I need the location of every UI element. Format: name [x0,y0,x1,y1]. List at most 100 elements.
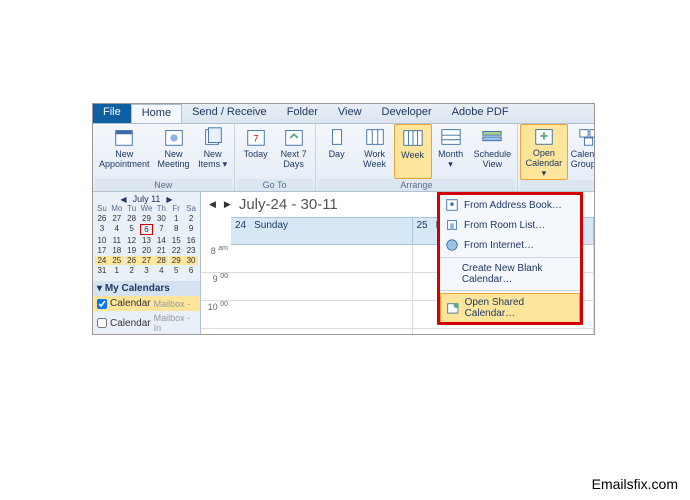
mini-cal-day[interactable]: 20 [140,246,154,255]
tab-file[interactable]: File [93,104,131,123]
menu-from-internet[interactable]: From Internet… [440,235,580,255]
mini-cal-day[interactable]: 15 [169,236,183,245]
day-header[interactable]: 24 Sunday [231,218,413,244]
room-icon [445,218,459,232]
mini-cal-title: July 11 [133,194,161,204]
mini-cal-day[interactable]: 2 [184,214,198,223]
mini-cal-day[interactable]: 25 [110,256,124,265]
mini-cal-day[interactable]: 16 [184,236,198,245]
mini-cal-day[interactable]: 4 [154,266,168,275]
work-week-icon [363,126,387,148]
mini-cal-day[interactable]: 8 [169,224,183,235]
menu-from-room-list[interactable]: From Room List… [440,215,580,235]
next7-button[interactable]: Next 7 Days [275,124,313,179]
group-new: New Appointment New Meeting New Items ▾ … [93,124,235,191]
new-items-button[interactable]: New Items ▾ [194,124,232,179]
mini-cal-day[interactable]: 5 [125,224,139,235]
next-week-arrow[interactable]: ▶ [224,199,231,210]
schedule-view-button[interactable]: Schedule View [470,124,516,179]
groups-icon [577,126,595,148]
group-label-new: New [95,179,232,191]
tab-view[interactable]: View [328,104,372,123]
mini-cal-day[interactable]: 9 [184,224,198,235]
mini-cal-day[interactable]: 2 [125,266,139,275]
new-meeting-button[interactable]: New Meeting [154,124,194,179]
tab-adobe-pdf[interactable]: Adobe PDF [442,104,519,123]
schedule-icon [480,126,504,148]
menu-from-address-book[interactable]: From Address Book… [440,195,580,215]
mini-cal-day[interactable]: 14 [154,236,168,245]
calendar-groups-button[interactable]: Calendar Groups ▾ [568,124,595,180]
outlook-window: File Home Send / Receive Folder View Dev… [92,103,595,335]
mini-cal-day[interactable]: 10 [95,236,109,245]
mini-cal-day[interactable]: 26 [125,256,139,265]
mini-cal-day[interactable]: 13 [140,236,154,245]
mini-cal-day[interactable]: 5 [169,266,183,275]
tab-developer[interactable]: Developer [372,104,442,123]
mini-cal-day[interactable]: 21 [154,246,168,255]
mini-cal-day[interactable]: 18 [110,246,124,255]
menu-create-blank[interactable]: Create New Blank Calendar… [440,260,580,288]
group-label-manage [520,180,595,192]
mini-cal-day[interactable]: 1 [169,214,183,223]
mini-cal-day[interactable]: 3 [95,224,109,235]
svg-text:7: 7 [253,134,258,144]
internet-icon [445,238,459,252]
mini-cal-day[interactable]: 30 [184,256,198,265]
day-button[interactable]: Day [318,124,356,179]
work-week-button[interactable]: Work Week [356,124,394,179]
calendar-item[interactable]: Calendar Mailbox - In [93,311,200,335]
prev-week-arrow[interactable]: ◀ [209,199,216,210]
mini-cal-day[interactable]: 11 [110,236,124,245]
mini-cal-dow: Th [154,204,168,213]
mini-cal-day[interactable]: 3 [140,266,154,275]
mini-cal-day[interactable]: 12 [125,236,139,245]
mini-cal-day[interactable]: 7 [154,224,168,235]
month-button[interactable]: Month ▾ [432,124,470,179]
mini-cal-day[interactable]: 24 [95,256,109,265]
today-button[interactable]: 7 Today [237,124,275,179]
mini-cal-day[interactable]: 28 [154,256,168,265]
next7-icon [282,126,306,148]
tab-folder[interactable]: Folder [277,104,328,123]
mini-cal-day[interactable]: 31 [95,266,109,275]
day-icon [325,126,349,148]
mini-cal-day[interactable]: 30 [154,214,168,223]
mini-cal-day[interactable]: 17 [95,246,109,255]
my-calendars-header[interactable]: ▾ My Calendars [93,281,200,296]
tab-home[interactable]: Home [131,104,182,123]
next-month-arrow[interactable]: ▶ [166,195,172,204]
menu-open-shared-calendar[interactable]: Open Shared Calendar… [440,293,580,323]
hour-label: 8 am [201,245,231,273]
mini-cal-day[interactable]: 1 [110,266,124,275]
mini-cal-day[interactable]: 29 [169,256,183,265]
prev-month-arrow[interactable]: ◀ [120,195,126,204]
open-calendar-button[interactable]: Open Calendar ▾ [520,124,568,180]
mini-cal-day[interactable]: 4 [110,224,124,235]
hour-label: 9 00 [201,273,231,301]
open-calendar-dropdown: From Address Book… From Room List… From … [437,192,583,325]
mini-cal-day[interactable]: 27 [140,256,154,265]
week-button[interactable]: Week [394,124,432,179]
mini-cal-day[interactable]: 6 [140,224,154,235]
mini-cal-day[interactable]: 22 [169,246,183,255]
mini-cal-dow: We [140,204,154,213]
mini-cal-day[interactable]: 23 [184,246,198,255]
mini-cal-day[interactable]: 19 [125,246,139,255]
calendar-item[interactable]: Calendar Mailbox - [93,296,200,311]
calendar-checkbox[interactable] [97,299,107,309]
mini-calendar[interactable]: ◀ July 11 ▶ SuMoTuWeThFrSa26272829301234… [93,192,200,277]
mini-cal-day[interactable]: 28 [125,214,139,223]
tab-send-receive[interactable]: Send / Receive [182,104,277,123]
mini-cal-day[interactable]: 27 [110,214,124,223]
mini-cal-day[interactable]: 29 [140,214,154,223]
calendar-checkbox[interactable] [97,318,107,328]
mini-cal-dow: Su [95,204,109,213]
new-appointment-button[interactable]: New Appointment [95,124,154,179]
mini-cal-dow: Fr [169,204,183,213]
mini-cal-day[interactable]: 26 [95,214,109,223]
mini-cal-day[interactable]: 6 [184,266,198,275]
group-label-goto: Go To [237,179,313,191]
nav-pane: ◀ July 11 ▶ SuMoTuWeThFrSa26272829301234… [93,192,201,334]
mini-cal-dow: Sa [184,204,198,213]
